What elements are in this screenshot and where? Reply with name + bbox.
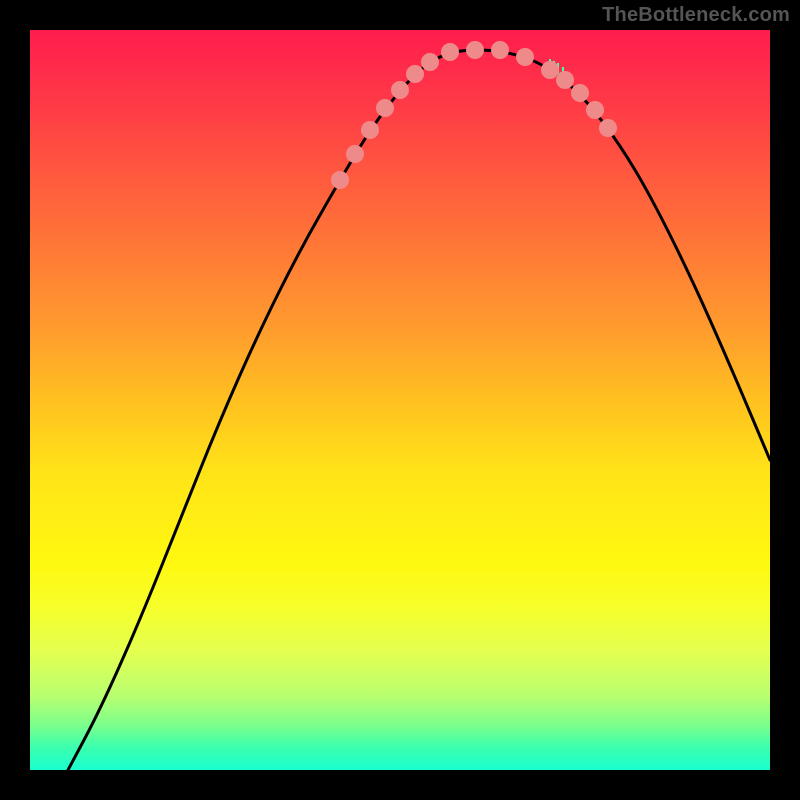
curve-marker	[571, 84, 589, 102]
bottleneck-curve	[68, 50, 770, 770]
curve-marker	[346, 145, 364, 163]
curve-marker	[441, 43, 459, 61]
plot-area	[30, 30, 770, 770]
curve-marker	[556, 71, 574, 89]
curve-marker	[599, 119, 617, 137]
curve-markers	[331, 41, 617, 189]
chart-frame: TheBottleneck.com	[0, 0, 800, 800]
curve-marker	[516, 48, 534, 66]
watermark-text: TheBottleneck.com	[602, 4, 790, 27]
curve-marker	[491, 41, 509, 59]
curve-marker	[361, 121, 379, 139]
curve-marker	[331, 171, 349, 189]
curve-marker	[586, 101, 604, 119]
curve-marker	[541, 61, 559, 79]
curve-marker	[406, 65, 424, 83]
curve-marker	[391, 81, 409, 99]
curve-marker	[466, 41, 484, 59]
chart-svg	[30, 30, 770, 770]
curve-marker	[421, 53, 439, 71]
curve-marker	[376, 99, 394, 117]
